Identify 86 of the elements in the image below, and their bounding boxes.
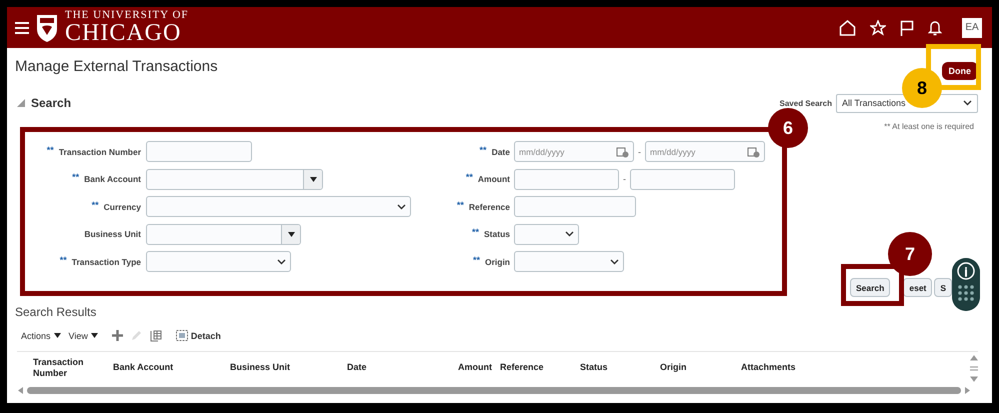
- user-avatar[interactable]: EA: [962, 18, 982, 38]
- home-icon[interactable]: [839, 20, 856, 36]
- logo-text: THE UNIVERSITY OF: [65, 10, 189, 21]
- range-separator: -: [638, 146, 641, 157]
- detach-button[interactable]: Detach: [176, 330, 221, 341]
- page-title: Manage External Transactions: [15, 58, 218, 74]
- required-marker: **: [472, 254, 480, 265]
- scroll-right-icon[interactable]: [965, 387, 970, 394]
- text-field[interactable]: [514, 168, 619, 190]
- action-button[interactable]: S: [934, 278, 952, 297]
- required-marker: **: [60, 254, 67, 265]
- column-header[interactable]: Origin: [660, 362, 741, 373]
- chevron-down-icon: [565, 231, 574, 238]
- select-field[interactable]: [514, 251, 624, 272]
- text-field[interactable]: [514, 196, 636, 218]
- actions-menu[interactable]: Actions: [21, 330, 61, 340]
- logo-text: CHICAGO: [65, 21, 182, 45]
- combobox-field[interactable]: [146, 168, 323, 190]
- add-icon[interactable]: [112, 330, 123, 341]
- table-freeze-icon[interactable]: [150, 330, 162, 342]
- chevron-down-icon: [277, 258, 286, 265]
- calendar-icon[interactable]: [747, 146, 760, 158]
- view-menu[interactable]: View: [68, 330, 98, 340]
- scroll-left-icon[interactable]: [18, 387, 23, 394]
- collapse-triangle-icon[interactable]: [17, 99, 25, 107]
- done-button[interactable]: Done: [942, 62, 978, 80]
- chevron-down-icon: [963, 100, 972, 106]
- menu-icon[interactable]: [15, 22, 29, 34]
- required-marker: **: [466, 172, 473, 182]
- section-heading: Search Results: [14, 304, 98, 320]
- column-header[interactable]: Attachments: [741, 362, 891, 373]
- date-placeholder: mm/dd/yyyy: [650, 146, 696, 157]
- dropdown-icon[interactable]: [310, 176, 316, 182]
- column-header[interactable]: Amount: [437, 362, 492, 373]
- action-button[interactable]: eset: [903, 278, 932, 297]
- field-label: Reference: [468, 202, 510, 212]
- select-field[interactable]: [514, 224, 579, 245]
- step-badge: 6: [768, 108, 808, 148]
- combobox-field[interactable]: [146, 224, 301, 245]
- required-marker: **: [472, 227, 480, 238]
- required-marker: **: [456, 200, 464, 210]
- shield-logo-icon: [35, 12, 59, 42]
- field-label: Status: [484, 229, 510, 240]
- column-header[interactable]: Business Unit: [230, 362, 347, 373]
- help-widget[interactable]: [952, 258, 980, 311]
- column-header[interactable]: Reference: [500, 362, 580, 373]
- star-icon[interactable]: [870, 20, 886, 36]
- column-header[interactable]: Bank Account: [113, 362, 230, 373]
- required-marker: **: [92, 200, 99, 210]
- flag-icon[interactable]: [900, 20, 914, 36]
- required-marker: **: [480, 144, 487, 155]
- field-label: Origin: [484, 256, 510, 267]
- required-marker: **: [72, 172, 80, 182]
- field-label: Transaction Number: [58, 146, 141, 157]
- step-badge: 7: [888, 232, 932, 276]
- field-label: Date: [492, 146, 510, 157]
- select-field[interactable]: [146, 196, 411, 218]
- required-marker: **: [46, 144, 54, 155]
- text-field[interactable]: [146, 141, 252, 162]
- range-separator: -: [623, 174, 626, 184]
- date-field[interactable]: mm/dd/yyyy: [514, 141, 634, 162]
- detach-icon[interactable]: [176, 330, 188, 341]
- required-note: ** At least one is required: [884, 122, 974, 133]
- column-header[interactable]: Date: [347, 362, 437, 373]
- text-field[interactable]: [630, 168, 735, 190]
- vertical-scroll-icon[interactable]: [970, 354, 978, 384]
- column-header[interactable]: Status: [580, 362, 660, 373]
- date-placeholder: mm/dd/yyyy: [519, 146, 564, 157]
- caret-icon[interactable]: [54, 333, 61, 338]
- calendar-icon[interactable]: [616, 146, 629, 158]
- chevron-down-icon: [397, 204, 406, 210]
- column-header[interactable]: Transaction Number: [33, 357, 113, 378]
- field-label: Transaction Type: [72, 256, 141, 267]
- bell-icon[interactable]: [928, 20, 942, 36]
- field-label: Business Unit: [84, 229, 141, 240]
- section-heading: Search: [31, 96, 72, 110]
- date-field[interactable]: mm/dd/yyyy: [645, 141, 765, 162]
- dropdown-icon[interactable]: [288, 232, 294, 237]
- search-button[interactable]: Search: [850, 278, 890, 297]
- saved-search-label: Saved Search: [780, 98, 832, 108]
- chevron-down-icon: [610, 258, 619, 265]
- field-label: Bank Account: [84, 174, 141, 184]
- caret-icon[interactable]: [90, 333, 98, 338]
- select-field[interactable]: [146, 251, 291, 272]
- field-label: Amount: [478, 174, 510, 184]
- field-label: Currency: [104, 202, 141, 212]
